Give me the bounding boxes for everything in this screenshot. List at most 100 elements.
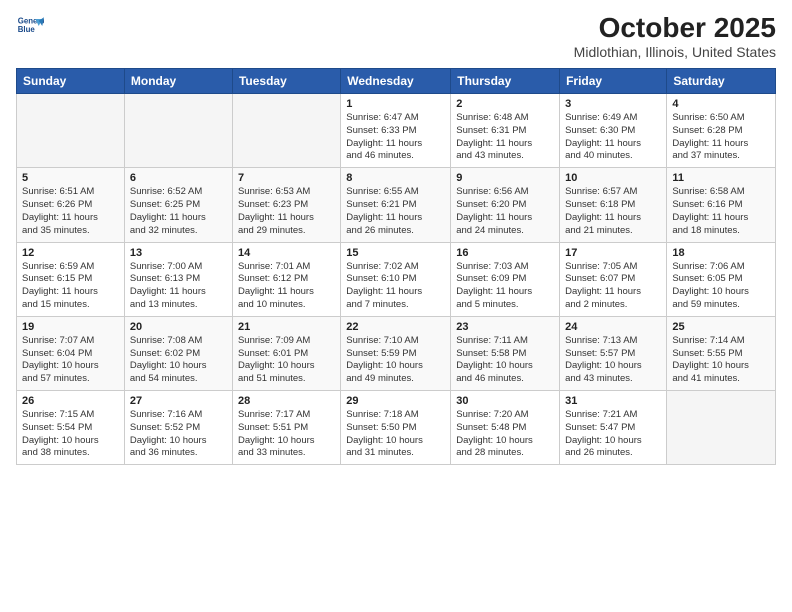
day-number: 17: [565, 247, 661, 259]
day-number: 22: [346, 321, 445, 333]
logo: General Blue: [16, 12, 44, 40]
day-info: Sunrise: 6:57 AM Sunset: 6:18 PM Dayligh…: [565, 186, 661, 237]
calendar-week-2: 5 Sunrise: 6:51 AM Sunset: 6:26 PM Daylig…: [17, 168, 776, 242]
day-number: 8: [346, 172, 445, 184]
day-info: Sunrise: 7:06 AM Sunset: 6:05 PM Dayligh…: [672, 261, 770, 312]
page-subtitle: Midlothian, Illinois, United States: [574, 44, 776, 60]
day-info: Sunrise: 6:50 AM Sunset: 6:28 PM Dayligh…: [672, 112, 770, 163]
calendar-week-3: 12 Sunrise: 6:59 AM Sunset: 6:15 PM Dayli…: [17, 242, 776, 316]
day-info: Sunrise: 7:17 AM Sunset: 5:51 PM Dayligh…: [238, 409, 335, 460]
col-thursday: Thursday: [451, 69, 560, 94]
day-info: Sunrise: 7:07 AM Sunset: 6:04 PM Dayligh…: [22, 335, 119, 386]
calendar-cell: [667, 391, 776, 465]
day-number: 28: [238, 395, 335, 407]
calendar-cell: 19Sunrise: 7:07 AM Sunset: 6:04 PM Dayli…: [17, 316, 125, 390]
header: General Blue October 2025 Midlothian, Il…: [16, 12, 776, 60]
page-title: October 2025: [574, 12, 776, 44]
calendar-cell: 9 Sunrise: 6:56 AM Sunset: 6:20 PM Daylig…: [451, 168, 560, 242]
calendar-cell: 7 Sunrise: 6:53 AM Sunset: 6:23 PM Daylig…: [232, 168, 340, 242]
calendar-cell: 1 Sunrise: 6:47 AM Sunset: 6:33 PM Daylig…: [341, 94, 451, 168]
day-info: Sunrise: 7:01 AM Sunset: 6:12 PM Dayligh…: [238, 261, 335, 312]
title-block: October 2025 Midlothian, Illinois, Unite…: [574, 12, 776, 60]
calendar-cell: 21Sunrise: 7:09 AM Sunset: 6:01 PM Dayli…: [232, 316, 340, 390]
day-number: 18: [672, 247, 770, 259]
day-info: Sunrise: 7:02 AM Sunset: 6:10 PM Dayligh…: [346, 261, 445, 312]
calendar-week-1: 1 Sunrise: 6:47 AM Sunset: 6:33 PM Daylig…: [17, 94, 776, 168]
day-number: 21: [238, 321, 335, 333]
day-number: 5: [22, 172, 119, 184]
day-info: Sunrise: 7:21 AM Sunset: 5:47 PM Dayligh…: [565, 409, 661, 460]
calendar-cell: 10 Sunrise: 6:57 AM Sunset: 6:18 PM Dayli…: [560, 168, 667, 242]
day-number: 4: [672, 98, 770, 110]
day-number: 23: [456, 321, 554, 333]
calendar-cell: 4 Sunrise: 6:50 AM Sunset: 6:28 PM Daylig…: [667, 94, 776, 168]
day-number: 3: [565, 98, 661, 110]
day-info: Sunrise: 6:55 AM Sunset: 6:21 PM Dayligh…: [346, 186, 445, 237]
calendar-cell: 16Sunrise: 7:03 AM Sunset: 6:09 PM Dayli…: [451, 242, 560, 316]
day-number: 11: [672, 172, 770, 184]
day-info: Sunrise: 7:14 AM Sunset: 5:55 PM Dayligh…: [672, 335, 770, 386]
calendar-cell: 29 Sunrise: 7:18 AM Sunset: 5:50 PM Dayli…: [341, 391, 451, 465]
day-info: Sunrise: 7:00 AM Sunset: 6:13 PM Dayligh…: [130, 261, 227, 312]
day-number: 20: [130, 321, 227, 333]
calendar-cell: 17 Sunrise: 7:05 AM Sunset: 6:07 PM Dayli…: [560, 242, 667, 316]
day-info: Sunrise: 6:53 AM Sunset: 6:23 PM Dayligh…: [238, 186, 335, 237]
col-wednesday: Wednesday: [341, 69, 451, 94]
calendar-cell: 13Sunrise: 7:00 AM Sunset: 6:13 PM Dayli…: [124, 242, 232, 316]
day-info: Sunrise: 6:47 AM Sunset: 6:33 PM Dayligh…: [346, 112, 445, 163]
day-number: 1: [346, 98, 445, 110]
calendar-cell: 31 Sunrise: 7:21 AM Sunset: 5:47 PM Dayli…: [560, 391, 667, 465]
col-tuesday: Tuesday: [232, 69, 340, 94]
calendar-cell: 15Sunrise: 7:02 AM Sunset: 6:10 PM Dayli…: [341, 242, 451, 316]
calendar-cell: 28 Sunrise: 7:17 AM Sunset: 5:51 PM Dayli…: [232, 391, 340, 465]
calendar-cell: 3 Sunrise: 6:49 AM Sunset: 6:30 PM Daylig…: [560, 94, 667, 168]
calendar-cell: 30Sunrise: 7:20 AM Sunset: 5:48 PM Dayli…: [451, 391, 560, 465]
calendar-cell: 20 Sunrise: 7:08 AM Sunset: 6:02 PM Dayli…: [124, 316, 232, 390]
calendar-week-5: 26 Sunrise: 7:15 AM Sunset: 5:54 PM Dayli…: [17, 391, 776, 465]
day-info: Sunrise: 6:52 AM Sunset: 6:25 PM Dayligh…: [130, 186, 227, 237]
day-info: Sunrise: 7:15 AM Sunset: 5:54 PM Dayligh…: [22, 409, 119, 460]
col-sunday: Sunday: [17, 69, 125, 94]
day-info: Sunrise: 6:51 AM Sunset: 6:26 PM Dayligh…: [22, 186, 119, 237]
logo-icon: General Blue: [16, 12, 44, 40]
svg-text:Blue: Blue: [18, 25, 36, 34]
col-friday: Friday: [560, 69, 667, 94]
calendar-cell: 26 Sunrise: 7:15 AM Sunset: 5:54 PM Dayli…: [17, 391, 125, 465]
calendar-cell: 5 Sunrise: 6:51 AM Sunset: 6:26 PM Daylig…: [17, 168, 125, 242]
day-info: Sunrise: 6:59 AM Sunset: 6:15 PM Dayligh…: [22, 261, 119, 312]
day-info: Sunrise: 6:56 AM Sunset: 6:20 PM Dayligh…: [456, 186, 554, 237]
calendar-cell: [124, 94, 232, 168]
day-info: Sunrise: 7:16 AM Sunset: 5:52 PM Dayligh…: [130, 409, 227, 460]
day-number: 7: [238, 172, 335, 184]
calendar-cell: [17, 94, 125, 168]
calendar-header-row: Sunday Monday Tuesday Wednesday Thursday…: [17, 69, 776, 94]
day-info: Sunrise: 7:18 AM Sunset: 5:50 PM Dayligh…: [346, 409, 445, 460]
day-number: 12: [22, 247, 119, 259]
day-number: 25: [672, 321, 770, 333]
day-number: 31: [565, 395, 661, 407]
day-number: 30: [456, 395, 554, 407]
calendar-cell: 22 Sunrise: 7:10 AM Sunset: 5:59 PM Dayli…: [341, 316, 451, 390]
day-number: 16: [456, 247, 554, 259]
day-number: 29: [346, 395, 445, 407]
day-number: 10: [565, 172, 661, 184]
day-number: 9: [456, 172, 554, 184]
calendar-week-4: 19Sunrise: 7:07 AM Sunset: 6:04 PM Dayli…: [17, 316, 776, 390]
day-info: Sunrise: 7:05 AM Sunset: 6:07 PM Dayligh…: [565, 261, 661, 312]
calendar-cell: 6 Sunrise: 6:52 AM Sunset: 6:25 PM Daylig…: [124, 168, 232, 242]
calendar-cell: 8 Sunrise: 6:55 AM Sunset: 6:21 PM Daylig…: [341, 168, 451, 242]
day-info: Sunrise: 7:10 AM Sunset: 5:59 PM Dayligh…: [346, 335, 445, 386]
day-number: 6: [130, 172, 227, 184]
calendar-cell: 24Sunrise: 7:13 AM Sunset: 5:57 PM Dayli…: [560, 316, 667, 390]
col-saturday: Saturday: [667, 69, 776, 94]
day-info: Sunrise: 7:11 AM Sunset: 5:58 PM Dayligh…: [456, 335, 554, 386]
day-info: Sunrise: 6:49 AM Sunset: 6:30 PM Dayligh…: [565, 112, 661, 163]
day-number: 26: [22, 395, 119, 407]
calendar-cell: 18 Sunrise: 7:06 AM Sunset: 6:05 PM Dayli…: [667, 242, 776, 316]
calendar-cell: 2Sunrise: 6:48 AM Sunset: 6:31 PM Daylig…: [451, 94, 560, 168]
page-container: General Blue October 2025 Midlothian, Il…: [0, 0, 792, 473]
day-info: Sunrise: 7:08 AM Sunset: 6:02 PM Dayligh…: [130, 335, 227, 386]
day-info: Sunrise: 6:58 AM Sunset: 6:16 PM Dayligh…: [672, 186, 770, 237]
calendar-cell: 25 Sunrise: 7:14 AM Sunset: 5:55 PM Dayli…: [667, 316, 776, 390]
day-number: 2: [456, 98, 554, 110]
